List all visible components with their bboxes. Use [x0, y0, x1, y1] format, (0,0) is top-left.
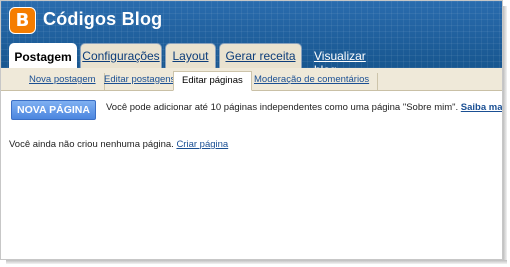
sub-navigation: Nova postagem Editar postagens Editar pá… — [1, 68, 502, 91]
info-message: Você pode adicionar até 10 páginas indep… — [106, 102, 502, 113]
blog-header: B Códigos Blog Postagem Configurações La… — [1, 1, 502, 77]
blogger-logo-icon: B — [9, 7, 36, 34]
window-shadow-bottom — [6, 260, 507, 264]
empty-text: Você ainda não criou nenhuma página. — [9, 139, 174, 150]
learn-more-link[interactable]: Saiba mais — [461, 102, 502, 113]
tab-gerar-receita[interactable]: Gerar receita — [219, 43, 302, 68]
logo-letter: B — [15, 9, 30, 31]
blog-title: Códigos Blog — [43, 9, 163, 29]
subtab-moderacao-comentarios[interactable]: Moderação de comentários — [246, 73, 379, 90]
subtab-nova-postagem[interactable]: Nova postagem — [21, 73, 105, 90]
tab-postagem[interactable]: Postagem — [9, 43, 77, 69]
info-text: Você pode adicionar até 10 páginas indep… — [106, 102, 459, 113]
empty-state-message: Você ainda não criou nenhuma página. Cri… — [9, 139, 228, 150]
window-shadow-right — [503, 6, 507, 262]
subtab-editar-postagens[interactable]: Editar postagens — [96, 73, 185, 90]
new-page-button[interactable]: NOVA PÁGINA — [11, 100, 96, 120]
subtab-editar-paginas[interactable]: Editar páginas — [173, 71, 252, 91]
tab-configuracoes[interactable]: Configurações — [80, 43, 162, 68]
blogger-dashboard-window: B Códigos Blog Postagem Configurações La… — [0, 0, 503, 260]
tab-layout[interactable]: Layout — [165, 43, 216, 68]
create-page-link[interactable]: Criar página — [176, 139, 228, 150]
